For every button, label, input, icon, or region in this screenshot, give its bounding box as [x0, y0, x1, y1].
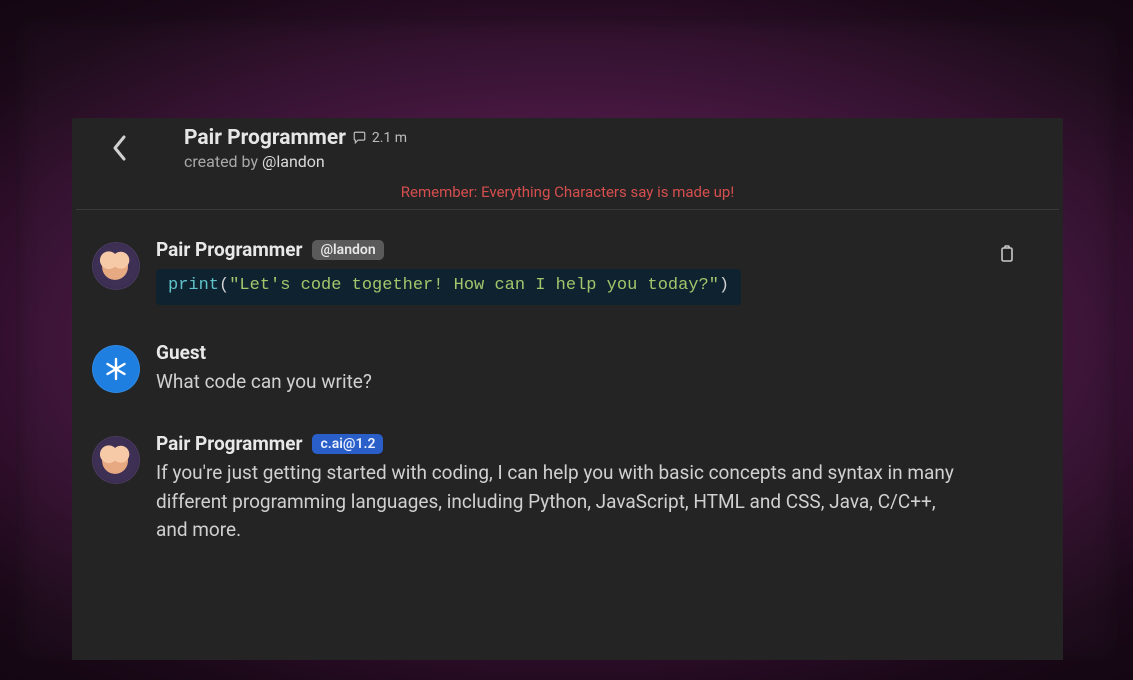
speech-bubble-icon	[352, 130, 367, 145]
interaction-count: 2.1 m	[352, 130, 407, 146]
disclaimer-text: Remember: Everything Characters say is m…	[72, 177, 1063, 209]
message-text: If you're just getting started with codi…	[156, 459, 956, 545]
model-tag[interactable]: c.ai@1.2	[312, 434, 383, 454]
message-body: Guest What code can you write?	[156, 341, 1023, 397]
creator-line: created by @landon	[184, 152, 1043, 171]
chat-panel: Pair Programmer 2.1 m created by @landon…	[72, 118, 1063, 660]
message-body: Pair Programmer c.ai@1.2 If you're just …	[156, 432, 1023, 545]
backdrop-frame: Pair Programmer 2.1 m created by @landon…	[16, 16, 1117, 660]
message-row: Guest What code can you write?	[92, 341, 1023, 397]
avatar[interactable]	[92, 242, 140, 290]
message-row: Pair Programmer @landon print("Let's cod…	[92, 238, 1023, 305]
avatar[interactable]	[92, 345, 140, 393]
code-token-paren: )	[719, 276, 729, 295]
author-name: Pair Programmer	[156, 238, 302, 261]
interaction-count-value: 2.1 m	[372, 130, 407, 146]
code-token-paren: (	[219, 276, 229, 295]
avatar[interactable]	[92, 436, 140, 484]
author-row: Pair Programmer c.ai@1.2	[156, 432, 1023, 455]
code-token-string: "Let's code together! How can I help you…	[229, 276, 719, 295]
author-row: Pair Programmer @landon	[156, 238, 1023, 261]
character-title: Pair Programmer	[184, 126, 346, 150]
messages-list: Pair Programmer @landon print("Let's cod…	[72, 210, 1063, 601]
chevron-left-icon	[112, 135, 128, 161]
copy-button[interactable]	[997, 244, 1019, 266]
author-name: Pair Programmer	[156, 432, 302, 455]
message-row: Pair Programmer c.ai@1.2 If you're just …	[92, 432, 1023, 545]
author-tag[interactable]: @landon	[312, 240, 383, 260]
author-name: Guest	[156, 341, 206, 364]
asterisk-icon	[104, 357, 128, 381]
message-body: Pair Programmer @landon print("Let's cod…	[156, 238, 1023, 305]
title-row: Pair Programmer 2.1 m	[184, 126, 1043, 150]
created-by-prefix: created by	[184, 152, 262, 171]
message-text: What code can you write?	[156, 368, 956, 397]
creator-handle[interactable]: @landon	[262, 152, 325, 171]
header: Pair Programmer 2.1 m created by @landon	[72, 118, 1063, 177]
code-token-fn: print	[168, 276, 219, 295]
author-row: Guest	[156, 341, 1023, 364]
clipboard-icon	[997, 244, 1017, 264]
title-block: Pair Programmer 2.1 m created by @landon	[184, 126, 1043, 171]
code-block: print("Let's code together! How can I he…	[156, 269, 741, 305]
back-button[interactable]	[106, 134, 134, 162]
